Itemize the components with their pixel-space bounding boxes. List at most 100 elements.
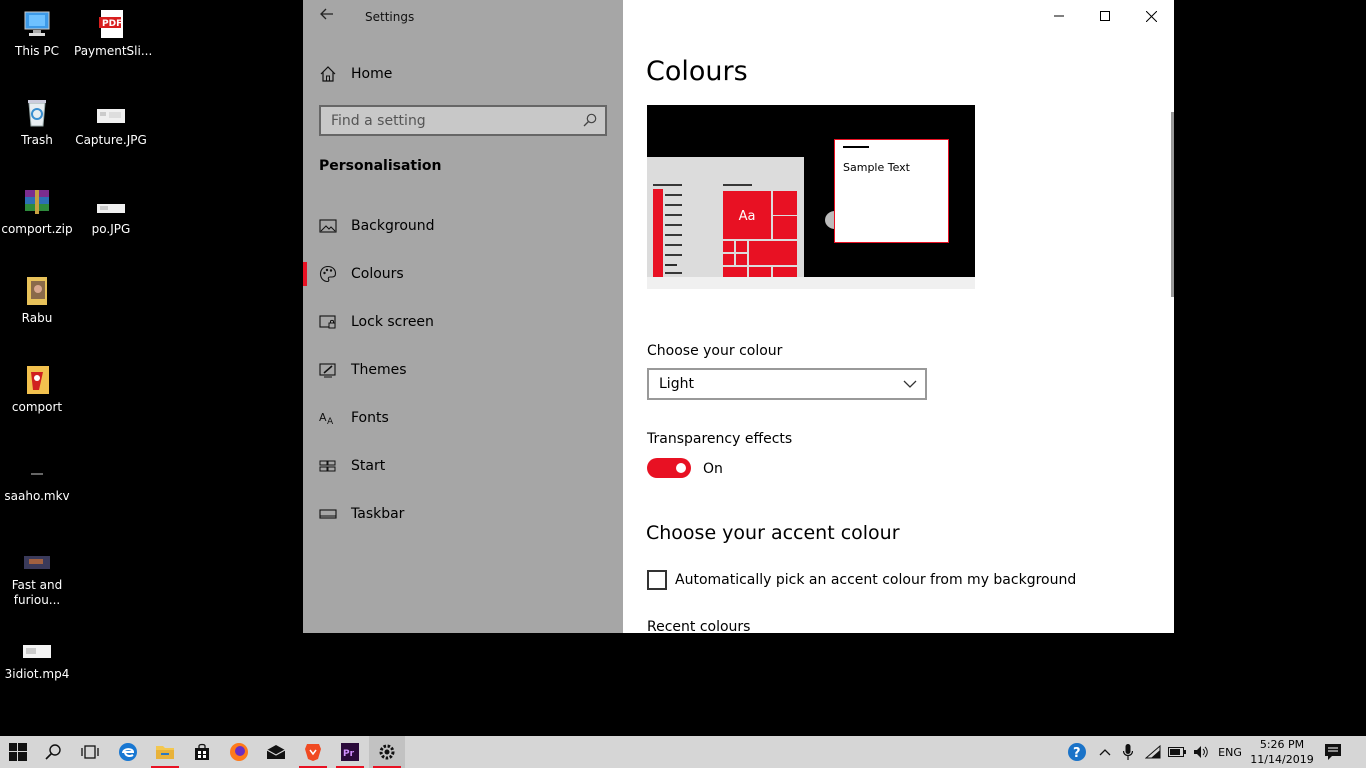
- clock[interactable]: 5:26 PM 11/14/2019: [1250, 737, 1314, 767]
- recent-colours-label: Recent colours: [647, 619, 751, 633]
- desktop-icon-this-pc[interactable]: This PC: [0, 8, 74, 59]
- maximize-button[interactable]: [1082, 0, 1128, 32]
- help-tray-button[interactable]: ?: [1064, 736, 1090, 768]
- microphone-tray-button[interactable]: [1118, 736, 1138, 768]
- firefox-button[interactable]: [221, 736, 257, 768]
- computer-icon: [21, 8, 53, 40]
- sidebar-item-themes[interactable]: Themes: [303, 350, 623, 390]
- start-icon: [319, 457, 337, 475]
- picture-icon: [319, 217, 337, 235]
- archive-icon: [21, 186, 53, 218]
- language-indicator[interactable]: ENG: [1214, 736, 1246, 768]
- desktop-icon-3idiot[interactable]: 3idiot.mp4: [0, 631, 74, 682]
- desktop-icon-comport[interactable]: comport: [0, 364, 74, 415]
- brave-icon: [305, 744, 321, 761]
- sidebar-item-label: Colours: [351, 266, 404, 282]
- preview-sample-window: Sample Text: [834, 139, 949, 243]
- mail-button[interactable]: [258, 736, 294, 768]
- minimize-button[interactable]: [1036, 0, 1082, 32]
- desktop-icon-label: PaymentSli...: [74, 44, 153, 58]
- back-arrow-icon: [320, 8, 333, 20]
- settings-button[interactable]: [369, 736, 405, 768]
- transparency-state: On: [703, 461, 723, 477]
- desktop-icon-po[interactable]: po.JPG: [74, 186, 148, 237]
- sidebar-item-start[interactable]: Start: [303, 446, 623, 486]
- start-button[interactable]: [0, 736, 36, 768]
- settings-sidebar: Settings Home Personalisation Background…: [303, 0, 623, 633]
- desktop-icon-label: 3idiot.mp4: [4, 667, 70, 681]
- battery-tray-button[interactable]: [1166, 736, 1188, 768]
- svg-text:Pr: Pr: [343, 749, 355, 759]
- volume-tray-button[interactable]: [1190, 736, 1212, 768]
- settings-window: Settings Home Personalisation Background…: [303, 0, 1174, 633]
- volume-icon: [1194, 746, 1208, 758]
- desktop-icon-label: saaho.mkv: [4, 489, 70, 503]
- video-file-icon: [21, 542, 53, 574]
- search-box[interactable]: [319, 105, 607, 136]
- battery-icon: [1168, 747, 1186, 757]
- help-icon: ?: [1068, 743, 1086, 761]
- settings-icon: [379, 744, 395, 760]
- desktop-icon-trash[interactable]: Trash: [0, 97, 74, 148]
- search-icon[interactable]: [583, 113, 597, 127]
- sidebar-item-colours[interactable]: Colours: [303, 254, 623, 294]
- pdf-file-icon: PDF: [95, 8, 127, 40]
- sidebar-item-fonts[interactable]: AA Fonts: [303, 398, 623, 438]
- edge-button[interactable]: [110, 736, 146, 768]
- choose-colour-label: Choose your colour: [647, 343, 783, 359]
- maximize-icon: [1100, 11, 1110, 21]
- transparency-toggle[interactable]: [647, 458, 691, 478]
- lock-screen-icon: [319, 313, 337, 331]
- sidebar-item-lock-screen[interactable]: Lock screen: [303, 302, 623, 342]
- desktop-icon-rabu[interactable]: Rabu: [0, 275, 74, 326]
- section-title: Personalisation: [319, 158, 442, 174]
- fonts-icon: AA: [319, 409, 337, 427]
- accent-colour-heading: Choose your accent colour: [646, 522, 900, 544]
- file-explorer-icon: [156, 746, 174, 759]
- show-hidden-icons-button[interactable]: [1094, 736, 1116, 768]
- action-center-button[interactable]: [1318, 736, 1348, 768]
- sidebar-item-taskbar[interactable]: Taskbar: [303, 494, 623, 534]
- colour-preview: Aa Sample Text: [647, 105, 975, 289]
- microphone-icon: [1123, 744, 1133, 760]
- application-icon: [21, 364, 53, 396]
- search-input[interactable]: [321, 107, 571, 134]
- svg-text:?: ?: [1073, 746, 1081, 761]
- sidebar-item-label: Background: [351, 218, 435, 234]
- preview-sample-titlebar: [843, 146, 869, 148]
- desktop-icon-saaho[interactable]: saaho.mkv: [0, 453, 74, 504]
- video-file-icon: [21, 453, 53, 485]
- brave-button[interactable]: [295, 736, 331, 768]
- colour-mode-value: Light: [659, 376, 694, 392]
- palette-icon: [319, 265, 337, 283]
- sidebar-item-background[interactable]: Background: [303, 206, 623, 246]
- sidebar-item-label: Taskbar: [351, 506, 405, 522]
- close-button[interactable]: [1128, 0, 1174, 32]
- home-nav-item[interactable]: Home: [319, 62, 392, 86]
- premiere-pro-button[interactable]: Pr: [332, 736, 368, 768]
- chevron-up-icon: [1099, 749, 1111, 756]
- auto-accent-checkbox[interactable]: [647, 570, 667, 590]
- colour-mode-dropdown[interactable]: Light: [647, 368, 927, 400]
- store-button[interactable]: [184, 736, 220, 768]
- content-scrollbar[interactable]: [1171, 112, 1174, 297]
- file-explorer-button[interactable]: [147, 736, 183, 768]
- network-tray-button[interactable]: [1142, 736, 1164, 768]
- premiere-pro-icon: Pr: [341, 743, 359, 761]
- desktop-icon-label: comport.zip: [1, 222, 73, 236]
- window-title: Settings: [365, 10, 415, 24]
- desktop-icon-capture[interactable]: Capture.JPG: [74, 97, 148, 148]
- desktop-icon-paymentslip[interactable]: PDF PaymentSli...: [74, 8, 153, 59]
- search-button[interactable]: [36, 736, 72, 768]
- desktop-icon-label: Rabu: [21, 311, 53, 325]
- desktop-icon-fast-and-furious[interactable]: Fast and furiou...: [0, 542, 74, 608]
- taskbar: Pr ? ENG 5:26 PM 11/14/2019: [0, 736, 1366, 768]
- settings-content: Colours Aa Sample Text Choose your colou…: [623, 0, 1174, 633]
- themes-icon: [319, 361, 337, 379]
- svg-text:A: A: [319, 411, 327, 424]
- auto-accent-label[interactable]: Automatically pick an accent colour from…: [675, 572, 1076, 588]
- task-view-button[interactable]: [72, 736, 108, 768]
- clock-time: 5:26 PM: [1259, 738, 1305, 751]
- back-button[interactable]: [315, 6, 339, 28]
- desktop-icon-comport-zip[interactable]: comport.zip: [0, 186, 74, 237]
